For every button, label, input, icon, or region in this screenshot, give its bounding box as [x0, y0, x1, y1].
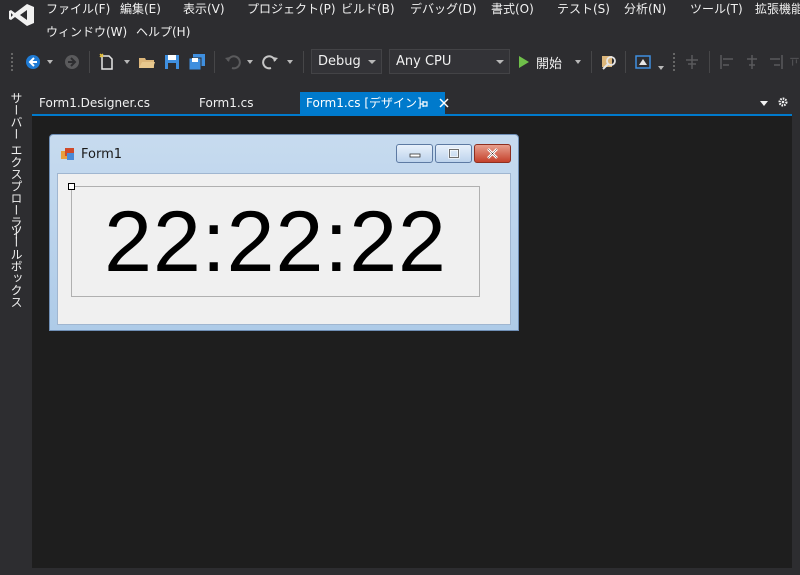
menu-project[interactable]: プロジェクト(P) — [245, 1, 338, 17]
form1-window[interactable]: Form1 22:22:22 — [49, 134, 519, 331]
align-lefts-button[interactable] — [716, 51, 738, 73]
left-tool-rail: サーバー エクスプローラー ツールボックス — [0, 86, 32, 575]
align-to-grid-button[interactable] — [681, 51, 703, 73]
menu-format[interactable]: 書式(O) — [489, 1, 536, 17]
redo-button[interactable] — [260, 51, 282, 73]
maximize-button[interactable] — [435, 144, 472, 163]
undo-dropdown-arrow[interactable] — [247, 60, 253, 64]
form-app-icon — [61, 148, 74, 160]
clock-label[interactable]: 22:22:22 — [71, 186, 480, 297]
find-in-files-button[interactable] — [598, 51, 620, 73]
configuration-value: Debug — [318, 54, 361, 69]
close-icon[interactable] — [439, 98, 449, 108]
maximize-icon — [447, 148, 460, 159]
chevron-down-icon — [496, 60, 504, 64]
standard-toolbar: Debug Any CPU 開始 — [0, 46, 800, 78]
tab-form1-cs[interactable]: Form1.cs — [199, 92, 254, 114]
visual-studio-logo-icon — [9, 4, 34, 26]
save-all-icon — [188, 54, 205, 71]
find-icon — [602, 56, 616, 70]
form-close-button[interactable] — [474, 144, 511, 163]
solution-platform-select[interactable]: Any CPU — [389, 49, 510, 74]
redo-icon — [262, 55, 278, 70]
save-all-button[interactable] — [186, 51, 208, 73]
snapshot-button[interactable] — [632, 51, 654, 73]
new-project-dropdown-arrow[interactable] — [124, 60, 130, 64]
menu-file[interactable]: ファイル(F) — [44, 1, 112, 17]
menu-test[interactable]: テスト(S) — [555, 1, 612, 17]
start-play-icon — [519, 56, 529, 68]
save-icon — [165, 55, 179, 69]
minimize-button[interactable] — [396, 144, 433, 163]
form-title: Form1 — [81, 147, 123, 162]
settings-gear-icon[interactable] — [777, 96, 789, 108]
back-icon — [26, 55, 40, 69]
open-icon — [139, 58, 155, 68]
tab-form1-cs-design[interactable]: Form1.cs [デザイン] — [300, 92, 449, 114]
start-dropdown-arrow[interactable] — [575, 60, 581, 64]
back-button[interactable] — [22, 51, 44, 73]
toolbar-grip[interactable] — [10, 52, 14, 72]
align-centers-button[interactable] — [741, 51, 763, 73]
menu-analyze[interactable]: 分析(N) — [622, 1, 668, 17]
chevron-down-icon — [368, 60, 376, 64]
snapshot-icon — [635, 55, 651, 69]
menu-debug[interactable]: デバッグ(D) — [408, 1, 479, 17]
forward-icon — [65, 55, 79, 69]
close-icon — [487, 148, 498, 159]
form-client-area[interactable]: 22:22:22 — [57, 173, 511, 325]
toolbar-grip-2[interactable] — [672, 52, 676, 72]
align-icon — [770, 55, 783, 69]
new-project-button[interactable] — [96, 51, 118, 73]
align-icon — [747, 55, 757, 69]
menu-help[interactable]: ヘルプ(H) — [134, 24, 192, 40]
server-explorer-tab[interactable]: サーバー エクスプローラー — [8, 92, 25, 240]
form-title-bar[interactable]: Form1 — [50, 135, 518, 173]
save-button[interactable] — [161, 51, 183, 73]
tab-label: Form1.cs [デザイン] — [306, 96, 422, 110]
back-dropdown-arrow[interactable] — [47, 60, 53, 64]
redo-dropdown-arrow[interactable] — [287, 60, 293, 64]
align-icon — [720, 55, 733, 69]
open-button[interactable] — [136, 51, 158, 73]
menu-bar: ファイル(F) 編集(E) 表示(V) プロジェクト(P) ビルド(B) デバッ… — [0, 0, 800, 44]
undo-icon — [225, 55, 241, 70]
pin-icon[interactable] — [419, 99, 429, 109]
platform-value: Any CPU — [396, 54, 452, 69]
start-label: 開始 — [536, 56, 563, 72]
solution-configuration-select[interactable]: Debug — [311, 49, 382, 74]
bottom-status-strip — [32, 568, 800, 575]
menu-extensions[interactable]: 拡張機能 — [753, 1, 800, 17]
menu-window[interactable]: ウィンドウ(W) — [44, 24, 129, 40]
menu-build[interactable]: ビルド(B) — [339, 1, 397, 17]
new-project-icon — [99, 53, 113, 70]
toolbox-tab[interactable]: ツールボックス — [8, 224, 25, 308]
menu-tools[interactable]: ツール(T) — [688, 1, 745, 17]
align-rights-button[interactable] — [765, 51, 787, 73]
start-debugging-button[interactable]: 開始 — [518, 50, 562, 74]
minimize-icon — [409, 153, 420, 157]
tab-form1-designer-cs[interactable]: Form1.Designer.cs — [39, 92, 150, 114]
menu-edit[interactable]: 編集(E) — [118, 1, 163, 17]
align-tops-button[interactable] — [789, 51, 800, 73]
tab-list-dropdown[interactable] — [760, 101, 768, 106]
undo-button[interactable] — [221, 51, 243, 73]
forward-button[interactable] — [61, 51, 83, 73]
align-icon — [790, 57, 799, 66]
menu-view[interactable]: 表示(V) — [181, 1, 227, 17]
align-icon — [686, 55, 698, 69]
document-tab-strip: Form1.Designer.cs Form1.cs Form1.cs [デザイ… — [32, 92, 800, 114]
snapshot-dropdown-arrow[interactable] — [658, 66, 664, 70]
selection-handle[interactable] — [68, 183, 75, 190]
